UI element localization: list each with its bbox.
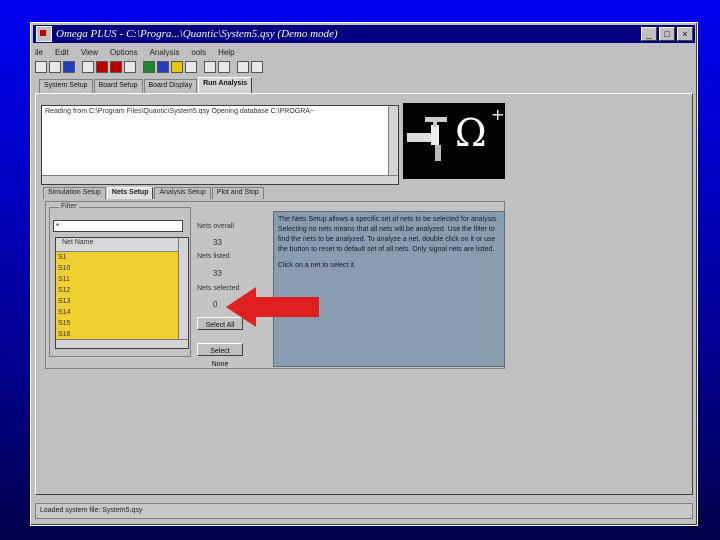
menu-view[interactable]: View	[81, 48, 98, 57]
help-hint: Click on a net to select it.	[278, 262, 356, 269]
save-icon[interactable]	[63, 61, 75, 73]
list-item[interactable]: S14	[56, 307, 188, 318]
title-bar[interactable]: Omega PLUS - C:\Progra...\Quantic\System…	[33, 25, 695, 43]
net-icon[interactable]	[124, 61, 136, 73]
tab-board-display[interactable]: Board Display	[143, 79, 198, 93]
analysis-sub-tabs: Simulation Setup Nets Setup Analysis Set…	[43, 187, 264, 199]
open-file-icon[interactable]	[49, 61, 61, 73]
net-list-vertical-scrollbar[interactable]	[178, 238, 188, 348]
faucet-icon	[407, 117, 447, 161]
tab-plot-and-stop[interactable]: Plot and Stop	[211, 187, 264, 199]
menu-analysis[interactable]: Analysis	[150, 48, 180, 57]
maximize-button[interactable]: □	[659, 27, 675, 41]
menu-bar: ile Edit View Options Analysis ools Help	[35, 45, 693, 59]
log-vertical-scrollbar[interactable]	[388, 106, 398, 184]
stackup-icon[interactable]	[171, 61, 183, 73]
list-item[interactable]: S1	[56, 252, 188, 263]
list-item[interactable]: S11	[56, 274, 188, 285]
menu-help[interactable]: Help	[218, 48, 234, 57]
board-icon[interactable]	[96, 61, 108, 73]
window-title: Omega PLUS - C:\Progra...\Quantic\System…	[56, 28, 338, 40]
layout-icon[interactable]	[110, 61, 122, 73]
nets-overall-label: Nets overall	[197, 223, 234, 230]
status-text: Loaded system file: System5.qsy	[40, 507, 143, 514]
menu-tools[interactable]: ools	[191, 48, 206, 57]
report-icon[interactable]	[237, 61, 249, 73]
grid-icon[interactable]	[204, 61, 216, 73]
filter-input[interactable]	[53, 220, 183, 232]
nets-listed-value: 33	[213, 269, 222, 278]
net-list-horizontal-scrollbar[interactable]	[56, 339, 188, 348]
log-output[interactable]: Reading from C:\Program Files\Quantic\Sy…	[41, 105, 399, 185]
menu-file[interactable]: ile	[35, 48, 43, 57]
toolbar	[35, 59, 693, 75]
logo-plus: +	[491, 105, 505, 124]
log-horizontal-scrollbar[interactable]	[42, 175, 398, 184]
log-text: Reading from C:\Program Files\Quantic\Sy…	[45, 108, 315, 115]
nets-overall-value: 33	[213, 238, 222, 247]
net-list-header[interactable]: Net Name	[56, 238, 188, 252]
tab-analysis-setup[interactable]: Analysis Setup	[154, 187, 211, 199]
app-window: Omega PLUS - C:\Progra...\Quantic\System…	[30, 22, 698, 526]
app-icon[interactable]	[36, 26, 52, 42]
main-tabs: System Setup Board Setup Board Display R…	[39, 77, 253, 93]
filter-label: Filter	[59, 203, 79, 210]
tab-system-setup[interactable]: System Setup	[39, 79, 93, 93]
nets-listed-label: Nets listed	[197, 253, 230, 260]
omega-plus-logo: Ω +	[403, 103, 505, 179]
tab-board-setup[interactable]: Board Setup	[93, 79, 143, 93]
list-item[interactable]: S10	[56, 263, 188, 274]
tab-run-analysis[interactable]: Run Analysis	[198, 77, 253, 93]
net-list[interactable]: Net Name S1 S10 S11 S12 S13 S14 S15 S16	[55, 237, 189, 349]
run-icon[interactable]	[143, 61, 155, 73]
select-none-button[interactable]: Select None	[197, 343, 243, 368]
tab-nets-setup[interactable]: Nets Setup	[106, 187, 154, 199]
tab-simulation-setup[interactable]: Simulation Setup	[43, 187, 106, 199]
help-text: The Nets Setup allows a specific set of …	[278, 216, 499, 253]
minimize-button[interactable]: _	[641, 27, 657, 41]
new-file-icon[interactable]	[35, 61, 47, 73]
status-bar: Loaded system file: System5.qsy	[35, 503, 693, 519]
list-item[interactable]: S15	[56, 318, 188, 329]
results-icon[interactable]	[157, 61, 169, 73]
list-item[interactable]: S12	[56, 285, 188, 296]
omega-symbol: Ω	[455, 111, 487, 155]
menu-edit[interactable]: Edit	[55, 48, 69, 57]
print-icon[interactable]	[82, 61, 94, 73]
close-button[interactable]: ×	[677, 27, 693, 41]
nets-selected-value: 0	[213, 300, 218, 309]
rules-icon[interactable]	[218, 61, 230, 73]
bars-icon[interactable]	[185, 61, 197, 73]
menu-options[interactable]: Options	[110, 48, 138, 57]
help-icon[interactable]	[251, 61, 263, 73]
red-arrow-icon	[226, 287, 319, 327]
list-item[interactable]: S13	[56, 296, 188, 307]
